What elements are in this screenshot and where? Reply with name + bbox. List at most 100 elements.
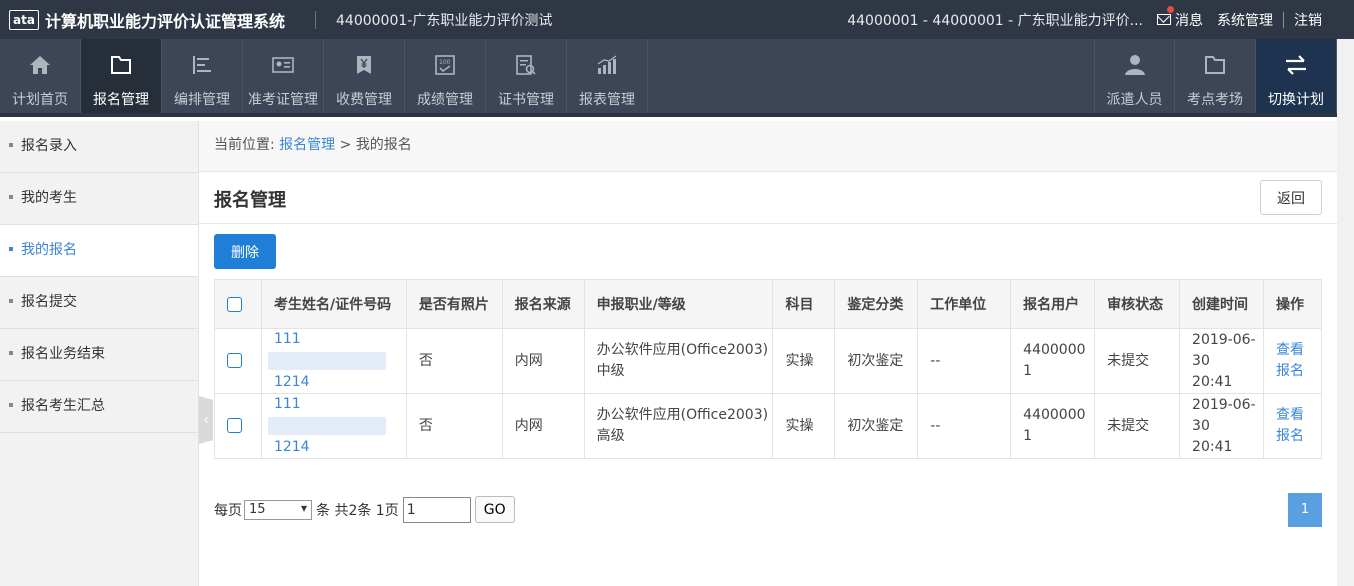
row-checkbox[interactable] xyxy=(227,353,242,368)
breadcrumb-link[interactable]: 报名管理 xyxy=(279,137,335,153)
candidate-name-link[interactable]: 111 xyxy=(274,396,301,412)
status-cell: 未提交 xyxy=(1094,393,1181,459)
column-header: 是否有照片 xyxy=(405,279,503,329)
column-header: 报名用户 xyxy=(1010,279,1096,329)
table-row: 111 1214 否 内网 办公软件应用(Office2003) 高级 实操 初次… xyxy=(214,393,1323,459)
nav-label: 切换计划 xyxy=(1268,92,1324,108)
user-info: 44000001 - 44000001 - 广东职业能力评价... xyxy=(847,12,1143,29)
sidebar-item-candidate-summary[interactable]: 报名考生汇总 xyxy=(0,381,198,433)
action-label-1: 查看 xyxy=(1275,407,1304,423)
page-number-input[interactable]: 1 xyxy=(402,496,471,523)
view-registration-link[interactable]: 查看 报名 xyxy=(1276,405,1321,447)
app-logo: ata xyxy=(9,9,39,30)
per-page-select[interactable]: 15 xyxy=(244,499,312,520)
nav-item-registration[interactable]: 报名管理 xyxy=(81,39,162,113)
candidate-id-tail[interactable]: 1214 xyxy=(274,374,310,390)
occupation-cell: 办公软件应用(Office2003) 中级 xyxy=(583,328,774,394)
row-checkbox[interactable] xyxy=(227,418,242,433)
nav-item-admission-ticket[interactable]: 准考证管理 xyxy=(243,39,324,113)
action-label-1: 查看 xyxy=(1275,342,1304,358)
nav-item-exam-sites[interactable]: 考点考场 xyxy=(1175,39,1256,113)
user-line-1: 4400000 xyxy=(1023,342,1086,358)
pager-summary: 条 共2条 1页 xyxy=(316,502,399,519)
user-line-1: 4400000 xyxy=(1023,407,1086,423)
per-page-label: 每页 xyxy=(214,502,242,519)
nav-label: 成绩管理 xyxy=(417,92,473,108)
select-all-checkbox[interactable] xyxy=(227,296,242,312)
occupation-level: 中级 xyxy=(596,363,625,379)
work-unit-cell: -- xyxy=(917,328,1012,394)
main-content: 当前位置: 报名管理 > 我的报名 报名管理 返回 删除 考生姓名/证件号码 是… xyxy=(199,121,1337,586)
main-nav: 计划首页 报名管理 编排管理 准考证管理 收费管理 100 成绩管理 证书管理 xyxy=(0,39,1337,117)
photo-cell: 否 xyxy=(405,328,503,394)
logout-link[interactable]: 注销 xyxy=(1294,10,1322,30)
source-cell: 内网 xyxy=(501,328,585,394)
column-header: 工作单位 xyxy=(917,279,1012,329)
nav-label: 计划首页 xyxy=(12,92,68,108)
breadcrumb-prefix: 当前位置: xyxy=(214,137,275,153)
nav-label: 证书管理 xyxy=(498,92,554,108)
sidebar-item-registration-submit[interactable]: 报名提交 xyxy=(0,277,198,329)
column-header: 考生姓名/证件号码 xyxy=(260,279,407,329)
subject-cell: 实操 xyxy=(772,393,836,459)
folder-icon xyxy=(1203,53,1227,77)
messages-link[interactable]: 消息 xyxy=(1157,5,1203,30)
scrollbar[interactable] xyxy=(1337,39,1354,586)
nav-item-fees[interactable]: 收费管理 xyxy=(324,39,405,113)
created-date-1: 2019-06- xyxy=(1192,396,1256,413)
status-cell: 未提交 xyxy=(1094,328,1181,394)
redacted-id xyxy=(267,417,386,435)
messages-label: 消息 xyxy=(1175,12,1203,29)
user-line-2: 1 xyxy=(1023,428,1033,444)
column-header: 审核状态 xyxy=(1094,279,1181,329)
system-admin-link[interactable]: 系统管理 xyxy=(1217,10,1273,30)
candidate-name-link[interactable]: 111 xyxy=(274,331,301,347)
nav-item-dispatched-staff[interactable]: 派遣人员 xyxy=(1094,39,1175,113)
sidebar-item-registration-entry[interactable]: 报名录入 xyxy=(0,121,198,173)
notification-dot xyxy=(1167,5,1174,13)
created-date-1: 2019-06- xyxy=(1192,331,1256,348)
back-button[interactable]: 返回 xyxy=(1260,180,1322,215)
nav-item-reports[interactable]: 报表管理 xyxy=(567,39,648,113)
table-row: 111 1214 否 内网 办公软件应用(Office2003) 中级 实操 初次… xyxy=(214,328,1323,394)
go-button[interactable]: GO xyxy=(474,496,515,523)
column-header: 申报职业/等级 xyxy=(583,279,774,329)
nav-label: 报表管理 xyxy=(579,92,635,108)
nav-item-plan-home[interactable]: 计划首页 xyxy=(0,39,81,113)
nav-item-arrangement[interactable]: 编排管理 xyxy=(162,39,243,113)
table-header-row: 考生姓名/证件号码 是否有照片 报名来源 申报职业/等级 科目 鉴定分类 工作单… xyxy=(214,279,1323,329)
delete-button[interactable]: 删除 xyxy=(214,234,276,269)
mail-icon xyxy=(1157,14,1171,25)
nav-item-switch-plan[interactable]: 切换计划 xyxy=(1256,39,1337,113)
folder-icon xyxy=(109,53,133,77)
candidate-cell: 111 1214 xyxy=(260,328,407,394)
nav-label: 收费管理 xyxy=(336,92,392,108)
occupation-level: 高级 xyxy=(596,428,625,444)
nav-item-certificates[interactable]: 证书管理 xyxy=(486,39,567,113)
breadcrumb-separator: > xyxy=(339,137,352,153)
created-time: 20:41 xyxy=(1192,373,1233,390)
action-cell: 查看 报名 xyxy=(1262,328,1323,394)
view-registration-link[interactable]: 查看 报名 xyxy=(1276,340,1321,382)
created-date-2: 30 xyxy=(1192,352,1210,369)
candidate-cell: 111 1214 xyxy=(260,393,407,459)
nav-label: 准考证管理 xyxy=(248,92,318,108)
work-unit-cell: -- xyxy=(917,393,1012,459)
occupation-name: 办公软件应用(Office2003) xyxy=(596,407,769,423)
row-select-cell xyxy=(214,328,262,394)
person-icon xyxy=(1123,53,1147,77)
candidate-id-tail[interactable]: 1214 xyxy=(274,439,310,455)
action-label-2: 报名 xyxy=(1275,428,1304,444)
select-all-cell xyxy=(214,279,262,329)
sidebar-item-registration-end[interactable]: 报名业务结束 xyxy=(0,329,198,381)
registration-table: 考生姓名/证件号码 是否有照片 报名来源 申报职业/等级 科目 鉴定分类 工作单… xyxy=(214,279,1323,459)
sidebar-item-my-registrations[interactable]: 我的报名 xyxy=(0,225,198,277)
sidebar-item-my-candidates[interactable]: 我的考生 xyxy=(0,173,198,225)
id-card-icon xyxy=(271,53,295,77)
nav-item-scores[interactable]: 100 成绩管理 xyxy=(405,39,486,113)
plan-name: 44000001-广东职业能力评价测试 xyxy=(336,12,553,29)
page-number-button[interactable]: 1 xyxy=(1288,493,1322,527)
app-title: 计算机职业能力评价认证管理系统 xyxy=(45,11,286,31)
occupation-cell: 办公软件应用(Office2003) 高级 xyxy=(583,393,774,459)
column-header: 创建时间 xyxy=(1179,279,1264,329)
